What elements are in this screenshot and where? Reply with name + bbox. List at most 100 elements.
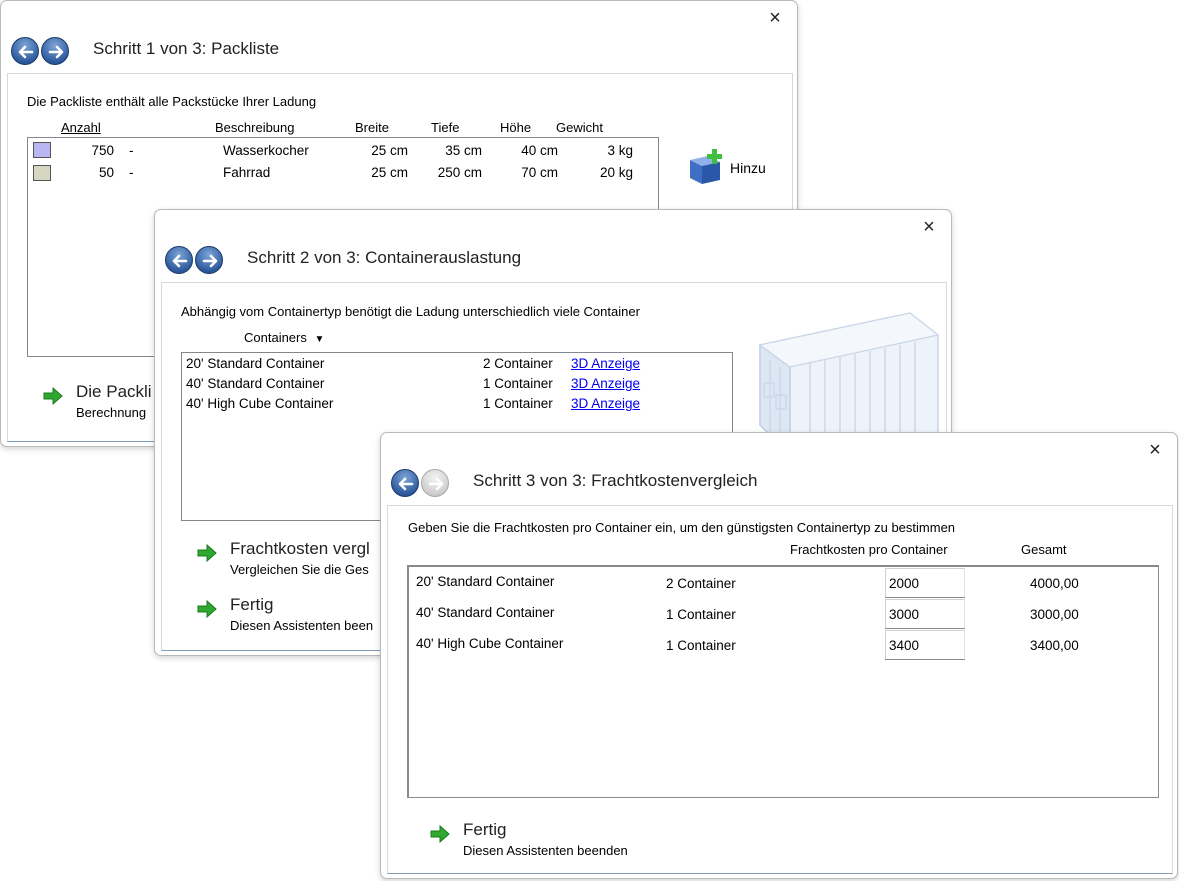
height-cell: 40 cm [521, 143, 558, 158]
back-arrow-icon [172, 254, 188, 268]
green-arrow-icon [43, 386, 63, 406]
container-name: 40' High Cube Container [416, 636, 564, 651]
width-cell: 25 cm [371, 143, 408, 158]
command-subtitle: Vergleichen Sie die Ges [230, 562, 369, 577]
freight-cost-table: 20' Standard Container 2 Container 4000,… [407, 565, 1159, 798]
forward-arrow-icon [202, 254, 218, 268]
container-count: 1 Container [666, 607, 736, 622]
freight-cost-input[interactable] [885, 630, 965, 660]
container-name: 40' Standard Container [186, 376, 325, 391]
dash-cell: - [129, 165, 134, 180]
width-cell: 25 cm [371, 165, 408, 180]
back-arrow-icon [398, 477, 414, 491]
page-title: Schritt 3 von 3: Frachtkostenvergleich [473, 471, 758, 490]
column-header-depth[interactable]: Tiefe [431, 120, 459, 135]
weight-cell: 20 kg [599, 165, 633, 180]
column-header-width[interactable]: Breite [355, 120, 389, 135]
input-underline [885, 659, 965, 660]
table-row: 20' Standard Container 2 Container 4000,… [409, 567, 1158, 598]
description-cell: Wasserkocher [223, 143, 309, 158]
total-cell: 4000,00 [1030, 576, 1079, 591]
finish-command-link[interactable]: Fertig Diesen Assistenten beenden [429, 820, 729, 866]
container-count: 2 Container [666, 576, 736, 591]
command-subtitle: Berechnung [76, 405, 147, 420]
close-icon[interactable]: × [763, 7, 787, 29]
container-count: 1 Container [483, 396, 553, 411]
command-title: Frachtkosten vergl [230, 539, 370, 558]
list-item[interactable]: 40' High Cube Container 1 Container 3D A… [182, 393, 732, 413]
forward-button[interactable] [41, 37, 69, 65]
dash-cell: - [129, 143, 134, 158]
page-title: Schritt 1 von 3: Packliste [93, 39, 280, 58]
add-button-label: Hinzu [730, 160, 766, 176]
column-header-weight[interactable]: Gewicht [556, 120, 603, 135]
green-arrow-icon [197, 599, 217, 619]
depth-cell: 250 cm [437, 165, 482, 180]
count-cell: 750 [91, 143, 114, 158]
container-name: 20' Standard Container [186, 356, 325, 371]
add-package-icon [690, 149, 722, 184]
3d-view-link[interactable]: 3D Anzeige [571, 376, 640, 391]
containers-dropdown[interactable]: Containers ▼ [244, 330, 324, 345]
weight-cell: 3 kg [607, 143, 633, 158]
back-button[interactable] [391, 469, 419, 497]
freight-cost-input[interactable] [885, 599, 965, 629]
freight-cost-input[interactable] [885, 568, 965, 598]
column-header-total: Gesamt [1021, 542, 1067, 557]
hint-text: Abhängig vom Containertyp benötigt die L… [181, 304, 640, 319]
3d-view-link[interactable]: 3D Anzeige [571, 396, 640, 411]
height-cell: 70 cm [521, 165, 558, 180]
color-swatch [33, 142, 51, 158]
container-count: 1 Container [666, 638, 736, 653]
table-row: 40' High Cube Container 1 Container 3400… [409, 629, 1158, 660]
command-title: Fertig [463, 820, 507, 839]
forward-button [421, 469, 449, 497]
container-count: 1 Container [483, 376, 553, 391]
container-name: 40' High Cube Container [186, 396, 334, 411]
back-arrow-icon [18, 45, 34, 59]
depth-cell: 35 cm [445, 143, 482, 158]
3d-view-link[interactable]: 3D Anzeige [571, 356, 640, 371]
container-name: 40' Standard Container [416, 605, 555, 620]
hint-text: Die Packliste enthält alle Packstücke Ih… [27, 94, 317, 109]
column-header-description[interactable]: Beschreibung [215, 120, 295, 135]
chevron-down-icon: ▼ [314, 334, 325, 345]
add-button[interactable]: Hinzu [686, 146, 782, 190]
command-title: Die Packli [76, 382, 152, 401]
nav-buttons [391, 469, 457, 499]
green-arrow-icon [430, 824, 450, 844]
container-name: 20' Standard Container [416, 574, 555, 589]
command-subtitle: Diesen Assistenten beenden [463, 843, 628, 858]
column-header-freight-cost: Frachtkosten pro Container [790, 542, 948, 557]
command-title: Fertig [230, 595, 274, 614]
close-icon[interactable]: × [917, 216, 941, 238]
forward-button[interactable] [195, 246, 223, 274]
color-swatch [33, 165, 51, 181]
freight-cost-field[interactable] [885, 599, 965, 629]
close-icon[interactable]: × [1143, 439, 1167, 461]
table-row[interactable]: 750 - Wasserkocher 25 cm 35 cm 40 cm 3 k… [28, 138, 658, 160]
page-title: Schritt 2 von 3: Containerauslastung [247, 248, 522, 267]
container-count: 2 Container [483, 356, 553, 371]
table-row[interactable]: 50 - Fahrrad 25 cm 250 cm 70 cm 20 kg [28, 160, 658, 182]
freight-cost-field[interactable] [885, 568, 965, 598]
nav-buttons [165, 246, 231, 276]
freight-cost-field[interactable] [885, 630, 965, 660]
green-arrow-icon [197, 543, 217, 563]
description-cell: Fahrrad [223, 165, 271, 180]
list-item[interactable]: 20' Standard Container 2 Container 3D An… [182, 353, 732, 373]
table-row: 40' Standard Container 1 Container 3000,… [409, 598, 1158, 629]
total-cell: 3000,00 [1030, 607, 1079, 622]
content-area: Geben Sie die Frachtkosten pro Container… [387, 505, 1173, 874]
dropdown-label: Containers [244, 330, 307, 345]
list-item[interactable]: 40' Standard Container 1 Container 3D An… [182, 373, 732, 393]
command-subtitle: Diesen Assistenten been [230, 618, 374, 633]
nav-buttons [11, 37, 77, 67]
back-button[interactable] [165, 246, 193, 274]
total-cell: 3400,00 [1030, 638, 1079, 653]
back-button[interactable] [11, 37, 39, 65]
forward-arrow-icon [48, 45, 64, 59]
column-header-height[interactable]: Höhe [500, 120, 531, 135]
column-header-count[interactable]: Anzahl [61, 120, 101, 135]
wizard-window-step3: × Schritt 3 von 3: Frachtkostenvergleich… [380, 432, 1178, 879]
